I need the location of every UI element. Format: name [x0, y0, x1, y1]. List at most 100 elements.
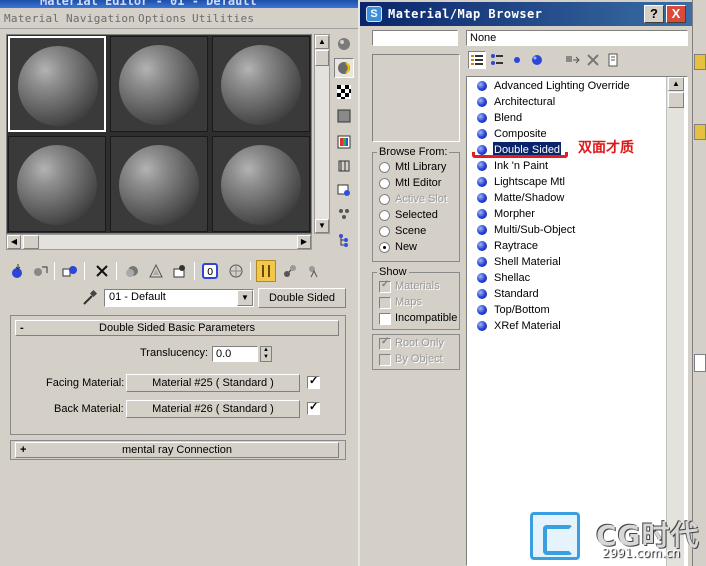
list-item-label: Blend	[494, 112, 523, 124]
material-id-channel-icon[interactable]: 0	[200, 260, 220, 282]
close-button[interactable]: X	[666, 5, 686, 23]
put-to-scene-icon[interactable]	[30, 260, 50, 282]
checkbox	[379, 279, 391, 293]
translucency-input[interactable]: 0.0	[212, 346, 258, 362]
list-item-label: Morpher	[494, 208, 535, 220]
back-material-button[interactable]: Material #26 ( Standard )	[126, 400, 300, 418]
material-list-scrollbar[interactable]: ▲	[666, 77, 684, 566]
app-logo-icon: S	[366, 6, 382, 22]
browse-from-title: Browse From:	[377, 146, 450, 158]
toolbar-button-fragment[interactable]	[694, 54, 706, 70]
sample-slot[interactable]	[212, 136, 310, 232]
facing-material-button[interactable]: Material #25 ( Standard )	[126, 374, 300, 392]
input-fragment[interactable]	[694, 354, 706, 372]
material-ball-icon	[477, 273, 487, 283]
radio-button[interactable]	[379, 226, 390, 237]
reset-map-icon[interactable]	[92, 260, 112, 282]
checker-background-icon[interactable]	[334, 82, 354, 102]
sample-slot[interactable]	[8, 36, 106, 132]
material-ball-icon	[477, 161, 487, 171]
scroll-thumb[interactable]	[668, 92, 684, 108]
sample-type-icon[interactable]	[334, 34, 354, 54]
browse-from-group: Browse From: Mtl Library Mtl Editor Acti…	[372, 146, 460, 262]
material-map-navigator-icon[interactable]	[334, 230, 354, 250]
view-large-icons-icon[interactable]	[528, 51, 546, 69]
collapse-icon: -	[20, 322, 24, 334]
material-type-button[interactable]: Double Sided	[258, 288, 346, 308]
show-title: Show	[377, 266, 409, 278]
rollout-header[interactable]: - Double Sided Basic Parameters	[15, 320, 339, 336]
radio-button[interactable]	[379, 162, 390, 173]
facing-material-checkbox[interactable]	[307, 374, 320, 389]
menu-navigation[interactable]: Navigation	[66, 12, 135, 25]
sample-slot[interactable]	[110, 136, 208, 232]
list-item-label: Composite	[494, 128, 547, 140]
material-name-field[interactable]: 01 - Default ▼	[104, 289, 254, 307]
sample-uv-tiling-icon[interactable]	[334, 106, 354, 126]
background-window-edge	[692, 0, 706, 566]
show-end-result-icon[interactable]	[256, 260, 276, 282]
annotation-underline	[472, 152, 568, 158]
update-scene-materials-icon[interactable]	[564, 51, 582, 69]
scroll-left-icon[interactable]: ◀	[7, 235, 21, 249]
select-by-material-icon[interactable]	[334, 204, 354, 224]
material-sphere	[119, 45, 199, 125]
option-label: Incompatible	[395, 312, 458, 324]
list-item-label: Lightscape Mtl	[494, 176, 565, 188]
slot-grid-vertical-scrollbar[interactable]: ▲ ▼	[314, 34, 330, 234]
slot-grid-horizontal-scrollbar[interactable]: ◀ ▶	[6, 234, 312, 250]
back-material-checkbox[interactable]	[307, 400, 320, 415]
pick-material-from-object-icon[interactable]	[80, 289, 98, 307]
put-to-library-icon[interactable]	[170, 260, 190, 282]
option-label: Selected	[395, 209, 438, 221]
toolbar-button-fragment[interactable]	[694, 124, 706, 140]
list-item-label: Multi/Sub-Object	[494, 224, 576, 236]
make-preview-icon[interactable]	[334, 156, 354, 176]
radio-button[interactable]	[379, 242, 390, 253]
menu-material[interactable]: Material	[4, 12, 59, 25]
scroll-down-icon[interactable]: ▼	[315, 219, 329, 233]
view-small-icons-icon[interactable]	[508, 51, 526, 69]
rollout-title: Double Sided Basic Parameters	[99, 322, 255, 334]
material-ball-icon	[477, 129, 487, 139]
delete-from-library-icon[interactable]	[584, 51, 602, 69]
translucency-spinner[interactable]: ▲ ▼	[260, 346, 272, 362]
video-color-check-icon[interactable]	[334, 132, 354, 152]
backlight-icon[interactable]	[334, 58, 354, 78]
sample-slot[interactable]	[8, 136, 106, 232]
clear-library-icon[interactable]	[604, 51, 622, 69]
rollout-header[interactable]: + mental ray Connection	[15, 442, 339, 458]
options-icon[interactable]	[334, 180, 354, 200]
scroll-right-icon[interactable]: ▶	[297, 235, 311, 249]
material-ball-icon	[477, 81, 487, 91]
assign-to-selection-icon[interactable]	[60, 260, 80, 282]
view-list-icons-icon[interactable]	[488, 51, 506, 69]
material-ball-icon	[477, 257, 487, 267]
material-ball-icon	[477, 289, 487, 299]
radio-button[interactable]	[379, 210, 390, 221]
menu-options[interactable]: Options	[138, 12, 186, 25]
make-copy-icon[interactable]	[122, 260, 142, 282]
get-material-icon[interactable]	[8, 260, 28, 282]
help-button[interactable]: ?	[644, 5, 664, 23]
option-label: Materials	[395, 280, 440, 292]
go-to-parent-icon[interactable]	[280, 260, 300, 282]
show-map-icon[interactable]	[226, 260, 246, 282]
menu-utilities[interactable]: Utilities	[192, 12, 254, 25]
checkbox[interactable]	[379, 313, 391, 325]
sample-slot[interactable]	[110, 36, 208, 132]
scroll-up-icon[interactable]: ▲	[315, 35, 329, 49]
toolbar-separator	[54, 262, 55, 280]
scroll-thumb[interactable]	[315, 50, 329, 66]
chevron-down-icon[interactable]: ▼	[237, 290, 253, 306]
radio-button[interactable]	[379, 178, 390, 189]
watermark-url: 2991.com.cn	[602, 546, 680, 560]
toolbar-separator	[194, 262, 195, 280]
scroll-thumb[interactable]	[23, 235, 39, 249]
sample-slot[interactable]	[212, 36, 310, 132]
scroll-up-icon[interactable]: ▲	[668, 77, 684, 91]
make-unique-icon[interactable]	[146, 260, 166, 282]
view-list-icon[interactable]	[468, 51, 486, 69]
name-filter-input[interactable]	[372, 30, 458, 46]
go-forward-icon[interactable]	[304, 260, 324, 282]
